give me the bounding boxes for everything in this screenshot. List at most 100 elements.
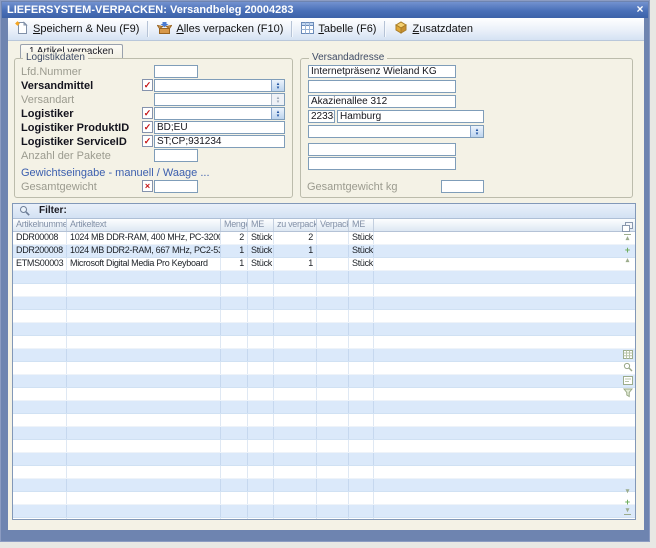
close-button[interactable]: × — [632, 3, 648, 17]
logistiker-label: Logistiker — [21, 108, 74, 120]
scroll-down-icon[interactable]: ▾ — [622, 488, 633, 495]
table-cell — [221, 323, 248, 335]
dropdown-button-icon[interactable]: ▴▾ — [271, 108, 284, 119]
address-zip-field[interactable]: 22335 — [308, 110, 335, 123]
logistiker-select[interactable]: 03: UPS ▴▾ — [154, 107, 285, 120]
table-row[interactable]: DDR2000081024 MB DDR2-RAM, 667 MHz, PC2-… — [13, 245, 635, 258]
empty-row[interactable] — [13, 323, 635, 336]
empty-row[interactable] — [13, 427, 635, 440]
article-grid: Filter: ArtikelnummerArtikeltextMengeMEz… — [12, 203, 636, 520]
table-cell — [13, 466, 67, 478]
table-cell — [248, 362, 274, 374]
table-cell: 1 — [221, 258, 248, 270]
table-row[interactable]: DDR000081024 MB DDR-RAM, 400 MHz, PC-320… — [13, 232, 635, 245]
table-cell — [274, 388, 317, 400]
address-city-field[interactable]: Hamburg — [337, 110, 484, 123]
address-name1-field[interactable]: Internetpräsenz Wieland KG — [308, 65, 456, 78]
empty-row[interactable] — [13, 284, 635, 297]
additional-data-button[interactable]: Zusatzdaten — [389, 19, 478, 39]
table-cell — [13, 349, 67, 361]
table-row[interactable]: ETMS00003Microsoft Digital Media Pro Key… — [13, 258, 635, 271]
button-label: Alles verpacken (F10) — [176, 23, 283, 35]
scroll-up-icon[interactable]: ▴ — [622, 257, 633, 264]
column-header[interactable]: Artikeltext — [67, 219, 221, 231]
add-row-bottom-icon[interactable]: + — [622, 498, 633, 506]
table-cell: Stück — [349, 232, 374, 244]
required-check-icon: ✓ — [142, 121, 153, 133]
empty-row[interactable] — [13, 440, 635, 453]
anzahl-pakete-field[interactable] — [154, 149, 198, 162]
column-header[interactable]: ME — [248, 219, 274, 231]
table-cell — [248, 310, 274, 322]
empty-row[interactable] — [13, 297, 635, 310]
column-header[interactable]: Menge — [221, 219, 248, 231]
versandmittel-select[interactable]: 1 : Paket Standard ▴▾ — [154, 79, 285, 92]
empty-row[interactable] — [13, 310, 635, 323]
produkt-id-field[interactable]: BD;EU — [154, 121, 285, 134]
address-street-field[interactable]: Akazienallee 312 — [308, 95, 456, 108]
client-area: 1 Artikel verpacken Logistikdaten Lfd.Nu… — [8, 41, 644, 530]
save-and-new-button[interactable]: Speichern & Neu (F9) — [10, 19, 144, 40]
lfd-nummer-field[interactable] — [154, 65, 198, 78]
total-weight-kg-field[interactable] — [441, 180, 484, 193]
empty-row[interactable] — [13, 388, 635, 401]
add-row-top-icon[interactable]: + — [622, 246, 633, 254]
table-cell — [67, 518, 221, 520]
table-cell — [274, 466, 317, 478]
scroll-last-icon[interactable]: ▾ — [622, 507, 633, 515]
empty-row[interactable] — [13, 492, 635, 505]
empty-row[interactable] — [13, 414, 635, 427]
table-cell-filler — [374, 414, 635, 426]
empty-row[interactable] — [13, 453, 635, 466]
empty-row[interactable] — [13, 336, 635, 349]
table-cell — [221, 297, 248, 309]
table-cell: Stück — [349, 245, 374, 257]
table-cell — [248, 388, 274, 400]
table-button[interactable]: Tabelle (F6) — [296, 20, 381, 39]
column-header[interactable]: zu verpacken — [274, 219, 317, 231]
gesamtgewicht-field[interactable] — [154, 180, 198, 193]
service-id-field[interactable]: ST;CP;931234 — [154, 135, 285, 148]
table-cell — [317, 466, 349, 478]
filter-funnel-icon[interactable] — [622, 385, 633, 403]
table-cell — [274, 453, 317, 465]
table-cell — [248, 336, 274, 348]
table-cell-filler — [374, 310, 635, 322]
table-cell — [349, 323, 374, 335]
dropdown-button-icon[interactable]: ▴▾ — [470, 126, 483, 137]
table-cell — [274, 297, 317, 309]
column-header[interactable]: Artikelnummer — [13, 219, 67, 231]
empty-row[interactable] — [13, 375, 635, 388]
table-cell — [221, 492, 248, 504]
table-cell — [349, 375, 374, 387]
lfd-nummer-label: Lfd.Nummer — [21, 66, 82, 78]
table-cell — [221, 518, 248, 520]
empty-row[interactable] — [13, 401, 635, 414]
empty-row[interactable] — [13, 479, 635, 492]
empty-row[interactable] — [13, 518, 635, 520]
empty-row[interactable] — [13, 362, 635, 375]
table-cell: 1 — [221, 245, 248, 257]
address-extra1-field[interactable] — [308, 143, 456, 156]
scroll-first-icon[interactable]: ▴ — [622, 234, 633, 242]
table-cell — [248, 349, 274, 361]
empty-row[interactable] — [13, 271, 635, 284]
table-cell — [317, 284, 349, 296]
address-name2-field[interactable] — [308, 80, 456, 93]
table-cell — [317, 440, 349, 452]
empty-row[interactable] — [13, 349, 635, 362]
table-cell — [274, 518, 317, 520]
pack-all-button[interactable]: Alles verpacken (F10) — [152, 19, 288, 40]
dropdown-button-icon[interactable]: ▴▾ — [271, 80, 284, 91]
anzahl-pakete-label: Anzahl der Pakete — [21, 150, 111, 162]
column-header[interactable]: ME — [349, 219, 374, 231]
table-cell — [221, 466, 248, 478]
empty-row[interactable] — [13, 466, 635, 479]
column-header[interactable]: Verpackt — [317, 219, 349, 231]
address-country-select[interactable]: DE : Deutschland ▴▾ — [308, 125, 484, 138]
empty-row[interactable] — [13, 505, 635, 518]
address-group-label: Versandadresse — [309, 52, 387, 63]
filter-bar[interactable]: Filter: — [13, 204, 635, 219]
address-extra2-field[interactable] — [308, 157, 456, 170]
column-header-filler — [374, 219, 635, 231]
